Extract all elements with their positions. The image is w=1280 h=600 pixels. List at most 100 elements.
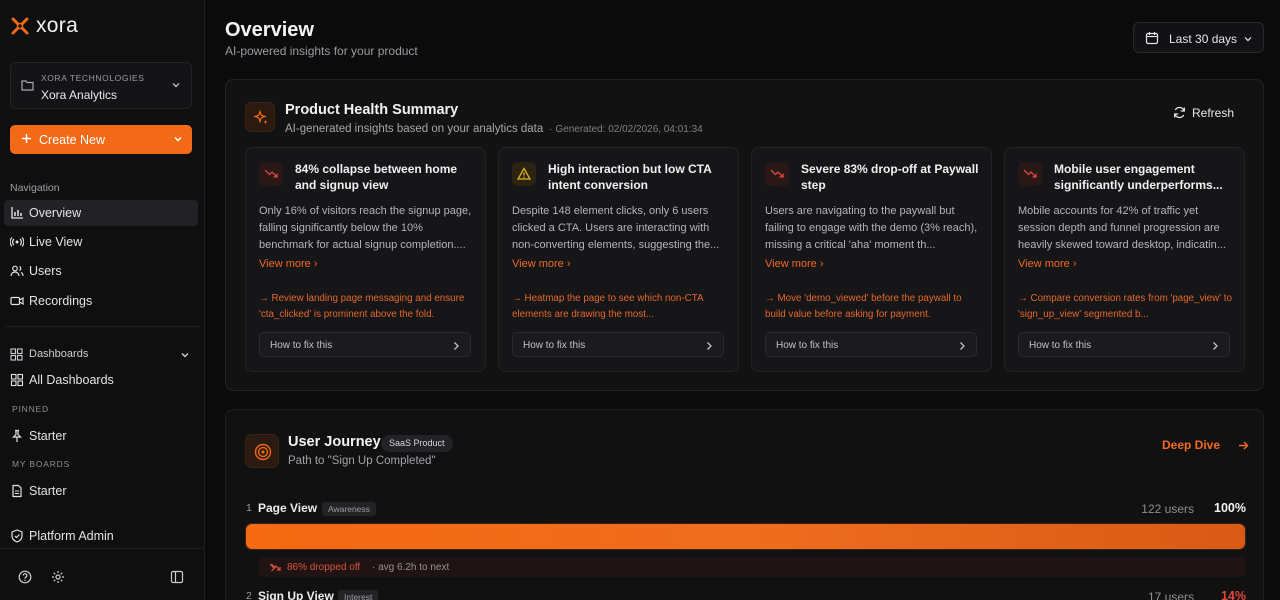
broadcast-icon — [10, 237, 24, 247]
my-boards-label: MY BOARDS — [12, 459, 71, 469]
sidebar-footer — [0, 548, 205, 600]
health-subtitle-text: AI-generated insights based on your anal… — [285, 123, 544, 135]
sidebar-item-all-dashboards[interactable]: All Dashboards — [4, 367, 198, 393]
chevron-right-icon — [1213, 342, 1218, 350]
step-percent: 100% — [1214, 501, 1246, 515]
insight-description: Despite 148 element clicks, only 6 users… — [512, 205, 720, 251]
insight-card: Severe 83% drop-off at Paywall step User… — [751, 147, 992, 372]
sidebar-item-overview[interactable]: Overview — [4, 200, 198, 226]
sidebar-item-label: Overview — [29, 206, 82, 220]
sidebar-item-users[interactable]: Users — [4, 258, 198, 284]
sidebar-item-label: Starter — [29, 484, 67, 498]
user-journey: User Journey SaaS Product Path to "Sign … — [225, 409, 1264, 600]
step-name: Sign Up View — [258, 589, 334, 600]
how-to-fix-button[interactable]: How to fix this — [512, 332, 724, 357]
sparkles-icon — [245, 102, 275, 132]
dropoff-row[interactable]: 86% dropped off · avg 6.2h to next — [259, 557, 1246, 577]
step-percent: 14% — [1220, 589, 1246, 600]
plus-icon — [22, 134, 31, 143]
how-to-fix-button[interactable]: How to fix this — [259, 332, 471, 357]
warning-icon — [512, 162, 536, 186]
sidebar-item-label: Live View — [29, 235, 83, 249]
insight-suggestion: → Review landing page messaging and ensu… — [259, 293, 465, 320]
view-more-label: View more — [259, 258, 311, 270]
dashboards-section-toggle[interactable]: Dashboards — [4, 344, 198, 366]
insight-title: High interaction but low CTA intent conv… — [548, 162, 712, 192]
view-more-label: View more — [1018, 258, 1070, 270]
document-icon — [12, 484, 22, 498]
insight-description: Users are navigating to the paywall but … — [765, 205, 978, 251]
progress-fill — [246, 524, 1245, 549]
org-company: XORA TECHNOLOGIES — [41, 73, 145, 83]
insight-suggestion: → Compare conversion rates from 'page_vi… — [1018, 293, 1232, 320]
trend-down-icon — [1018, 162, 1042, 186]
step-users: 122 users — [1141, 502, 1194, 516]
sidebar-item-platform-admin[interactable]: Platform Admin — [4, 523, 198, 549]
how-to-fix-button[interactable]: How to fix this — [765, 332, 977, 357]
deep-dive-button[interactable]: Deep Dive — [1162, 438, 1249, 452]
view-more-label: View more — [765, 258, 817, 270]
chevron-down-icon — [172, 83, 180, 88]
sidebar-item-pinned-starter[interactable]: Starter — [4, 423, 198, 449]
view-more-link[interactable]: View more › — [765, 258, 824, 270]
chevron-right-icon — [960, 342, 965, 350]
view-more-link[interactable]: View more › — [512, 258, 571, 270]
sidebar-item-label: Platform Admin — [29, 529, 114, 543]
chevron-down-icon — [1244, 37, 1252, 42]
insight-title: 84% collapse between home and signup vie… — [295, 162, 458, 192]
deep-dive-label: Deep Dive — [1162, 438, 1221, 452]
how-to-fix-label: How to fix this — [270, 340, 333, 351]
logo[interactable]: xora — [10, 14, 78, 38]
chevron-right-icon — [454, 342, 459, 350]
step-progress-bar[interactable] — [245, 523, 1246, 550]
org-name: Xora Analytics — [41, 88, 118, 102]
arrow-right-icon — [1239, 441, 1249, 450]
create-new-button[interactable]: Create New — [10, 125, 192, 154]
help-icon[interactable] — [18, 570, 32, 584]
step-stage-badge: Awareness — [322, 502, 376, 516]
video-icon — [10, 296, 24, 306]
sidebar-item-label: Starter — [29, 429, 67, 443]
view-more-label: View more — [512, 258, 564, 270]
step-number: 1 — [246, 502, 252, 514]
insight-card: High interaction but low CTA intent conv… — [498, 147, 739, 372]
sidebar-item-board-starter[interactable]: Starter — [4, 478, 198, 504]
insight-suggestion: → Move 'demo_viewed' before the paywall … — [765, 293, 962, 320]
sidebar-collapse-icon[interactable] — [170, 570, 184, 584]
folder-icon — [21, 80, 34, 91]
journey-subtitle: Path to "Sign Up Completed" — [288, 455, 436, 467]
sidebar-item-recordings[interactable]: Recordings — [4, 288, 198, 314]
dropoff-text: 86% dropped off — [287, 562, 361, 573]
sidebar: xora XORA TECHNOLOGIES Xora Analytics Cr… — [0, 0, 205, 600]
generated-timestamp: · Generated: 02/02/2026, 04:01:34 — [549, 124, 703, 135]
chevron-down-icon — [181, 353, 189, 358]
shield-icon — [11, 529, 23, 543]
gear-icon[interactable] — [51, 570, 65, 584]
grid-icon — [10, 348, 23, 361]
org-switcher[interactable]: XORA TECHNOLOGIES Xora Analytics — [10, 62, 192, 109]
sidebar-item-label: Users — [29, 264, 62, 278]
journey-step: 2 Sign Up View Interest 17 users 14% — [246, 589, 1246, 600]
target-icon — [245, 434, 279, 468]
chevron-right-icon: › — [819, 258, 824, 270]
trend-down-icon — [259, 162, 283, 186]
insight-title: Mobile user engagement significantly und… — [1054, 162, 1223, 192]
trend-down-icon — [765, 162, 789, 186]
view-more-link[interactable]: View more › — [259, 258, 318, 270]
calendar-icon — [1145, 32, 1159, 45]
chevron-down-icon[interactable] — [173, 134, 183, 144]
product-health-summary: Product Health Summary AI-generated insi… — [225, 79, 1264, 391]
health-title: Product Health Summary — [285, 102, 459, 118]
view-more-link[interactable]: View more › — [1018, 258, 1077, 270]
date-range-value: Last 30 days — [1169, 32, 1238, 46]
brand-name: xora — [36, 14, 79, 37]
pinned-label: PINNED — [12, 404, 49, 414]
sidebar-item-live-view[interactable]: Live View — [4, 229, 198, 255]
how-to-fix-button[interactable]: How to fix this — [1018, 332, 1230, 357]
create-new-label: Create New — [39, 133, 105, 147]
sidebar-item-label: All Dashboards — [29, 373, 114, 387]
dropoff-avg-time: · avg 6.2h to next — [372, 562, 450, 573]
nav-section-label: Navigation — [10, 182, 60, 194]
date-range-select[interactable]: Last 30 days — [1133, 22, 1264, 53]
insight-description: Only 16% of visitors reach the signup pa… — [259, 205, 472, 251]
